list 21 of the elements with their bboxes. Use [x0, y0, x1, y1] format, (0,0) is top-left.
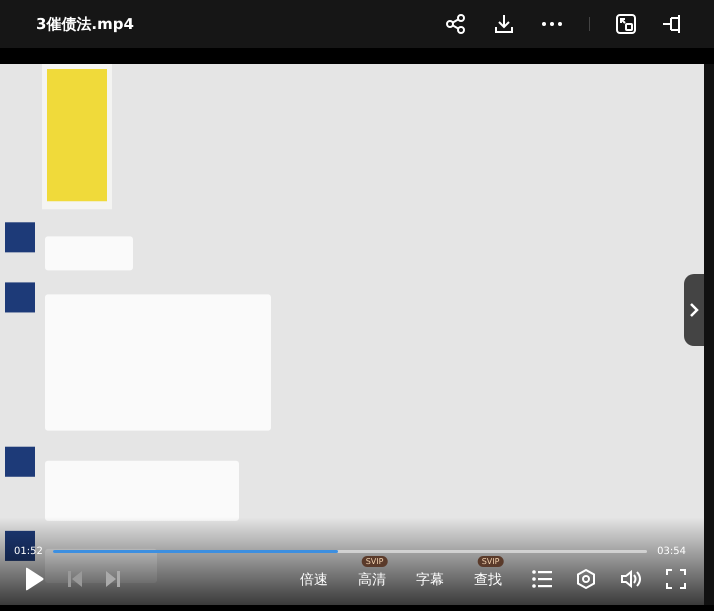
download-icon[interactable]: [493, 13, 515, 35]
target-icon[interactable]: [576, 569, 596, 589]
share-icon[interactable]: [445, 13, 467, 35]
player-option-button[interactable]: 查找: [474, 571, 502, 589]
pin-icon[interactable]: [662, 14, 682, 34]
chevron-right-icon: [689, 302, 699, 318]
player-option-button[interactable]: 字幕: [416, 571, 444, 589]
membership-badge: SVIP: [362, 556, 388, 567]
play-icon[interactable]: [24, 567, 44, 591]
fullscreen-icon[interactable]: [666, 569, 686, 589]
playlist-icon[interactable]: [532, 570, 552, 588]
total-duration: 03:54: [657, 546, 686, 557]
next-icon[interactable]: [106, 571, 120, 587]
picture-in-picture-icon[interactable]: [616, 14, 636, 34]
more-icon[interactable]: [541, 21, 563, 27]
player-option-button[interactable]: 倍速: [300, 571, 328, 589]
next-arrow-button[interactable]: [684, 274, 704, 346]
window-title: 3催债法.mp4: [36, 14, 134, 34]
membership-badge: SVIP: [478, 556, 504, 567]
volume-icon[interactable]: [620, 569, 642, 589]
player-option-button[interactable]: 高清: [358, 571, 386, 589]
